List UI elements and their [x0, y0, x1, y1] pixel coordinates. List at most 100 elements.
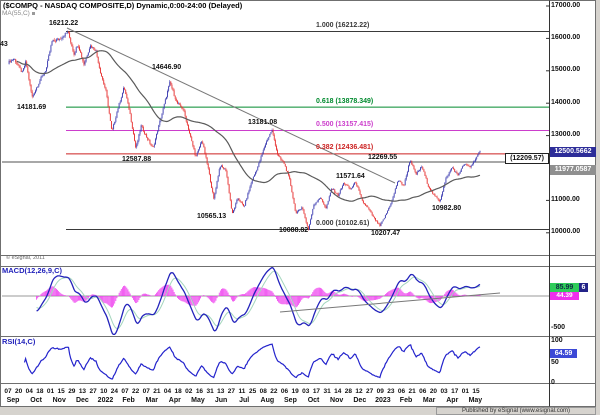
day-tick-label: 14	[334, 388, 342, 395]
month-tick-label: Sep	[284, 397, 297, 404]
month-tick-label: Oct	[30, 397, 42, 404]
price-tick-label: 13000.00	[551, 131, 581, 139]
day-tick-label: 11	[238, 388, 246, 395]
fib-label: 0.500 (13157.415)	[316, 120, 374, 128]
day-tick-label: 16	[195, 388, 204, 395]
day-tick-label: 23	[387, 388, 395, 395]
ma-indicator-label: MA(55,C)	[2, 10, 35, 17]
day-tick-label: 27	[365, 388, 374, 395]
day-tick-label: 20	[429, 388, 438, 395]
price-tick-label: 16000.00	[551, 33, 581, 41]
rsi-value-badge: 64.59	[550, 349, 577, 358]
month-tick-label: Aug	[260, 397, 275, 404]
resistance-price-label: 12269.55	[368, 154, 398, 161]
month-tick-label: Mar	[145, 397, 158, 404]
month-tick-label: 2022	[97, 397, 114, 404]
swing-price-label: 10088.82	[279, 227, 309, 234]
fib-label: 0.000 (10102.61)	[316, 219, 370, 227]
day-tick-label: 02	[185, 388, 193, 395]
day-tick-label: 08	[259, 388, 267, 395]
day-tick-label: 07	[4, 388, 12, 395]
day-tick-label: 28	[344, 388, 352, 395]
swing-price-label: 12587.88	[122, 156, 152, 163]
day-tick-label: 31	[206, 388, 214, 395]
day-tick-label: 12	[355, 388, 363, 395]
swing-price-label: 14181.69	[17, 104, 47, 111]
day-tick-label: 04	[163, 388, 172, 395]
day-tick-label: 17	[451, 388, 459, 395]
day-tick-label: 22	[270, 388, 278, 395]
day-tick-label: 03	[440, 388, 448, 395]
day-tick-label: 31	[323, 388, 331, 395]
month-tick-label: Feb	[399, 397, 413, 404]
day-tick-label: 06	[419, 388, 427, 395]
swing-price-label: 11571.64	[336, 173, 365, 180]
swing-price-label: 14646.90	[152, 64, 182, 71]
fib-label: 0.382 (12436.481)	[316, 144, 374, 152]
fib-label: 1.000 (16212.22)	[316, 22, 370, 30]
ma-color-swatch-icon	[31, 12, 35, 15]
day-tick-label: 03	[302, 388, 310, 395]
day-tick-label: 22	[132, 388, 140, 395]
swing-price-label: 10565.13	[197, 213, 227, 220]
swing-price-label: 16212.22	[49, 20, 79, 27]
day-tick-label: 24	[110, 388, 118, 395]
day-tick-label: 25	[249, 388, 257, 395]
month-tick-label: Sep	[6, 397, 20, 404]
day-tick-label: 21	[408, 388, 416, 395]
day-tick-label: 18	[174, 388, 182, 395]
month-tick-label: 2023	[375, 397, 391, 404]
current-price-badge: 12500.5662	[550, 147, 596, 157]
month-tick-label: May	[191, 397, 205, 404]
day-tick-label: 07	[121, 388, 129, 395]
price-tick-label: 17000.00	[551, 1, 581, 9]
price-chart-canvas[interactable]	[0, 0, 600, 415]
day-tick-label: 15	[472, 388, 480, 395]
day-tick-label: 15	[57, 388, 65, 395]
day-tick-label: 01	[46, 388, 55, 395]
rsi-scale-label-50: 50	[551, 359, 559, 366]
month-tick-label: Feb	[122, 397, 135, 404]
month-tick-label: Apr	[446, 397, 459, 404]
fib-label: 0.618 (13878.349)	[316, 97, 374, 105]
macd-signal-value-badge: 44.39	[550, 292, 579, 300]
month-tick-label: Dec	[75, 397, 89, 404]
day-tick-label: 29	[68, 388, 76, 395]
price-tick-label: 11000.00	[551, 195, 580, 203]
day-tick-label: 20	[15, 388, 23, 395]
day-tick-label: 27	[227, 388, 235, 395]
copyright-text: © eSignal, 2011	[6, 255, 45, 261]
resistance-boxed-label: (12209.57)	[505, 153, 549, 164]
rsi-scale-label-100: 100	[551, 337, 563, 344]
ma-indicator-text: MA(55,C)	[2, 10, 30, 17]
day-tick-label: 18	[36, 388, 44, 395]
chart-title: ($COMPQ - NASDAQ COMPOSITE,D) Dynamic,0:…	[3, 1, 243, 10]
swing-price-label: 10207.47	[371, 230, 401, 237]
rsi-indicator-label: RSI(14,C)	[2, 337, 36, 346]
day-tick-label: 06	[397, 388, 406, 395]
day-tick-label: 07	[142, 388, 150, 395]
month-tick-label: Apr	[168, 397, 181, 404]
month-tick-label: May	[468, 397, 483, 404]
day-tick-label: 21	[153, 388, 161, 395]
clipped-price-label: 43	[0, 41, 8, 48]
day-tick-label: 27	[89, 388, 97, 395]
month-tick-label: Jun	[214, 397, 228, 404]
month-tick-label: Dec	[353, 397, 367, 404]
macd-value-suffix-badge: 6	[579, 283, 588, 292]
day-tick-label: 13	[78, 388, 87, 395]
day-tick-label: 01	[461, 388, 469, 395]
day-tick-label: 19	[291, 388, 299, 395]
rsi-scale-label-0: 0	[551, 379, 555, 386]
day-tick-label: 04	[25, 388, 33, 395]
price-tick-label: 14000.00	[551, 98, 581, 106]
macd-indicator-label: MACD(12,26,9,C)	[2, 266, 63, 275]
day-tick-label: 13	[217, 388, 225, 395]
ma-value-badge: 11977.0587	[550, 165, 596, 175]
price-tick-label: 15000.00	[551, 66, 581, 74]
month-tick-label: Oct	[307, 397, 320, 404]
publisher-credit: Published by eSignal (www.esignal.com)	[436, 407, 596, 415]
month-tick-label: Nov	[330, 397, 344, 404]
day-tick-label: 06	[280, 388, 289, 395]
macd-value-badge: 85.99	[550, 283, 579, 292]
